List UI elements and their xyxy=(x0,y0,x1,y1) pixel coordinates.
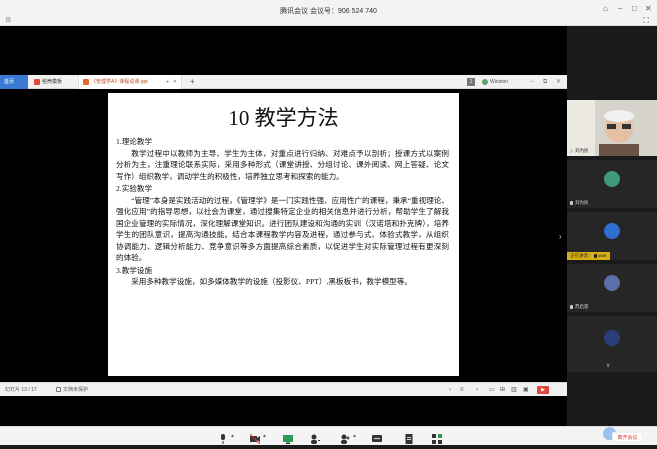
camera-button[interactable]: ▲ xyxy=(249,431,267,445)
participant-tile-speaking[interactable]: 正在讲话： user xyxy=(567,212,657,260)
participant-avatar xyxy=(604,275,620,291)
apps-grid-icon xyxy=(432,434,442,444)
participant-name: 刘为民 xyxy=(570,148,589,154)
participant-name-label: 刘为民 xyxy=(575,200,589,205)
settings-icon[interactable]: ⚙ xyxy=(5,16,11,24)
tab-ppt-label: 《管理学A》课程说课.ppt xyxy=(91,79,148,85)
section-heading: 1.理论教学 xyxy=(116,137,153,146)
chat-button[interactable] xyxy=(372,431,382,442)
participant-name: 刘为民 xyxy=(570,200,589,206)
minimize-icon[interactable]: – xyxy=(618,4,622,13)
section-text: 采用多种教学设施，如多媒体教学的设施（投影仪、PPT）,黑板板书，教学模型等。 xyxy=(131,277,412,286)
notes-icon[interactable]: ≡ xyxy=(460,383,464,397)
tab-home-label: 首页 xyxy=(4,79,15,85)
participant-tile[interactable]: 刘为民 xyxy=(567,160,657,208)
chevron-up-icon[interactable]: ▲ xyxy=(230,433,235,439)
invite-button[interactable] xyxy=(310,431,320,444)
slide-page-indicator: 幻灯片 13 / 17 xyxy=(5,387,37,393)
tab-ppt-document[interactable]: 《管理学A》课程说课.ppt ● ✕ xyxy=(78,75,182,89)
share-screen-button[interactable] xyxy=(283,431,293,444)
members-button[interactable]: ▲ xyxy=(340,431,357,444)
share-screen-icon xyxy=(283,435,293,444)
microphone-button[interactable]: ▲ xyxy=(218,431,235,444)
speaking-label: 正在讲话： xyxy=(570,253,593,258)
mic-icon xyxy=(593,253,597,258)
chevron-up-icon[interactable]: ▲ xyxy=(352,433,357,439)
invite-user-icon xyxy=(311,434,320,444)
mic-icon xyxy=(570,304,573,309)
wps-restore-icon[interactable]: ⧉ xyxy=(543,75,547,89)
fullscreen-icon[interactable]: ⛶ xyxy=(643,16,649,26)
tab-doke-label: 稻壳模板 xyxy=(42,79,63,85)
maximize-icon[interactable]: □ xyxy=(632,4,637,13)
documents-button[interactable] xyxy=(404,431,414,444)
apps-button[interactable] xyxy=(432,431,442,444)
mic-icon xyxy=(570,148,573,153)
slide: 10 教学方法 1.理论教学 教学过程中以教师为主导、学生为主体，对重点进行归纳… xyxy=(108,93,459,376)
section-heading: 3.教学设施 xyxy=(116,265,153,275)
participant-tile-video[interactable]: 刘为民 xyxy=(567,100,657,156)
document-protection-label: 文档未保护 xyxy=(63,387,89,393)
grid-view-icon[interactable]: ⊞ xyxy=(500,383,505,397)
microphone-icon xyxy=(221,434,225,444)
participant-name-label: user xyxy=(598,253,607,258)
normal-view-icon[interactable]: ▭ xyxy=(489,383,495,397)
meeting-title-bar: 腾讯会议 会议号：906 524 740 ⚙ ⌂ – □ ✕ ⛶ xyxy=(0,0,657,26)
participant-name-label: 苏启容 xyxy=(575,304,589,309)
wps-tab-bar: 首页 稻壳模板 《管理学A》课程说课.ppt ● ✕ + 1 Winston –… xyxy=(0,75,567,89)
wps-close-icon[interactable]: ✕ xyxy=(556,75,561,89)
participant-name-label: 刘为民 xyxy=(575,148,589,153)
doke-logo-icon xyxy=(34,78,40,85)
participant-avatar xyxy=(604,223,620,239)
close-icon[interactable]: ✕ xyxy=(645,4,652,13)
play-slideshow-button[interactable]: ▶ xyxy=(537,386,549,394)
camera-off-icon xyxy=(249,433,261,445)
participant-name: 苏启容 xyxy=(570,304,589,310)
speaking-indicator: 正在讲话： user xyxy=(567,252,610,260)
participant-tile[interactable] xyxy=(567,316,657,372)
document-icon xyxy=(405,434,413,444)
avatar xyxy=(482,78,488,85)
slide-status-bar: 幻灯片 13 / 17 文档未保护 ‹ ≡ › ▭ ⊞ ▥ ▣ ▶ xyxy=(0,382,567,396)
participant-avatar xyxy=(604,330,620,346)
tab-doke-template[interactable]: 稻壳模板 xyxy=(30,75,74,89)
pin-icon[interactable]: ⌂ xyxy=(603,4,608,13)
shield-icon xyxy=(56,387,61,393)
section-text: 教学过程中以教师为主导、学生为主体，对重点进行归纳、对难点予以剖析；授课方式以案… xyxy=(116,148,449,181)
collapse-panel-icon[interactable]: › xyxy=(559,232,562,241)
participant-avatar xyxy=(604,171,620,187)
leave-meeting-button[interactable]: 离开会议 xyxy=(612,432,643,442)
zoom-icon[interactable]: ▣ xyxy=(523,383,529,397)
tab-home[interactable]: 首页 xyxy=(0,75,28,89)
wps-minimize-icon[interactable]: – xyxy=(530,75,533,89)
participant-tile[interactable]: 苏启容 xyxy=(567,264,657,312)
new-tab-button[interactable]: + xyxy=(186,75,196,89)
chevron-up-icon[interactable]: ▲ xyxy=(262,433,267,439)
section-text: “管理”本身是实践活动的过程，《管理学》是一门实践性强、应用性广的课程，秉承“重… xyxy=(116,195,449,263)
reading-view-icon[interactable]: ▥ xyxy=(511,383,517,397)
account-button[interactable]: Winston xyxy=(482,75,508,89)
slide-body: 1.理论教学 教学过程中以教师为主导、学生为主体，对重点进行归纳、对难点予以剖析… xyxy=(116,135,449,288)
unsaved-dot-icon: ● xyxy=(165,79,169,85)
section-heading: 2.实验教学 xyxy=(116,184,153,193)
next-slide-icon[interactable]: › xyxy=(476,383,478,397)
tab-close-icon[interactable]: ✕ xyxy=(173,75,177,89)
members-icon xyxy=(341,434,350,444)
meeting-toolbar: ▲ ▲ ▲ 离开会议 xyxy=(0,426,657,445)
mic-icon xyxy=(570,200,573,205)
more-participants-icon[interactable]: ∨ xyxy=(606,362,610,369)
ppt-file-icon xyxy=(83,78,89,85)
slide-title: 10 教学方法 xyxy=(228,106,339,130)
prev-slide-icon[interactable]: ‹ xyxy=(449,383,451,397)
account-name: Winston xyxy=(490,79,509,85)
document-protection-status[interactable]: 文档未保护 xyxy=(56,383,88,397)
meeting-title: 腾讯会议 会议号：906 524 740 xyxy=(280,8,377,15)
window-count-badge[interactable]: 1 xyxy=(467,78,475,86)
chat-icon xyxy=(372,435,382,442)
